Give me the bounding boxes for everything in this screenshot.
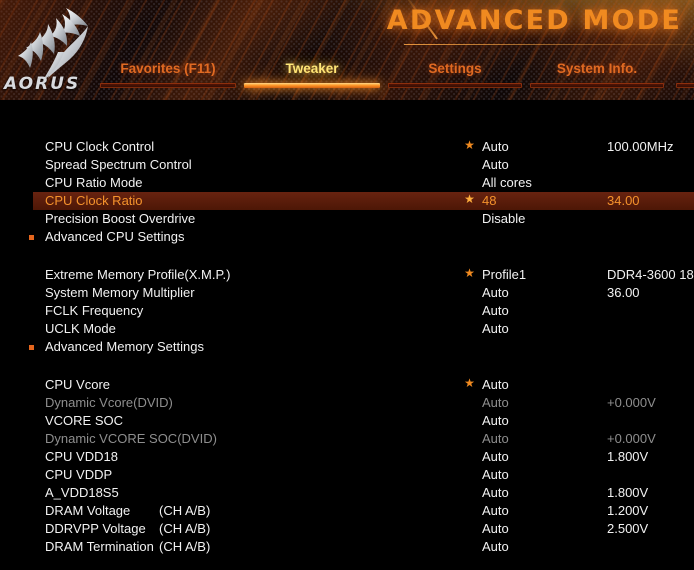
settings-row[interactable]: VCORE SOC Auto	[0, 412, 694, 430]
row-value[interactable]: 48	[482, 192, 496, 210]
favorite-star-icon[interactable]: ★	[464, 377, 475, 389]
row-detail-value: +0.000V	[607, 431, 656, 446]
row-value[interactable]: Auto	[482, 484, 509, 502]
settings-row[interactable]: CPU VDD18 Auto 1.800V	[0, 448, 694, 466]
row-value[interactable]: Auto	[482, 520, 509, 538]
row-detail-value: DDR4-3600 18	[607, 267, 694, 282]
row-detail-value: 1.200V	[607, 503, 649, 518]
tab-system-info-underline	[530, 83, 664, 88]
settings-row[interactable]: Spread Spectrum Control Auto	[0, 156, 694, 174]
row-detail-value: 34.00	[607, 193, 640, 208]
favorite-star-icon[interactable]: ★	[464, 193, 475, 205]
settings-row[interactable]: CPU Ratio Mode All cores	[0, 174, 694, 192]
row-label: CPU Clock Ratio	[45, 193, 143, 208]
row-detail-value: +0.000V	[607, 395, 656, 410]
row-value[interactable]: Auto	[482, 466, 509, 484]
row-detail-value: 36.00	[607, 285, 640, 300]
row-value[interactable]: Disable	[482, 210, 525, 228]
favorite-star-icon[interactable]: ★	[464, 267, 475, 279]
settings-row[interactable]: ★ CPU Vcore Auto	[0, 376, 694, 394]
settings-row[interactable]: Precision Boost Overdrive Disable	[0, 210, 694, 228]
row-label: Dynamic Vcore(DVID)	[45, 395, 173, 410]
row-channel: (CH A/B)	[159, 521, 211, 536]
row-label: Advanced CPU Settings	[45, 229, 185, 244]
row-detail-value: 1.800V	[607, 485, 649, 500]
settings-row[interactable]: Advanced CPU Settings	[0, 228, 694, 246]
row-label: CPU VDD18	[45, 449, 118, 464]
settings-row[interactable]: A_VDD18S5 Auto 1.800V	[0, 484, 694, 502]
settings-row[interactable]: ★ Extreme Memory Profile(X.M.P.) Profile1 D…	[0, 266, 694, 284]
tab-settings[interactable]: Settings	[388, 60, 522, 88]
header-horizontal-line	[404, 44, 694, 45]
row-detail-value: 100.00MHz	[607, 139, 674, 154]
submenu-bullet-icon	[29, 345, 34, 350]
row-channel: (CH A/B)	[159, 503, 211, 518]
settings-list: ★ CPU Clock Control Auto 100.00MHz Spread Sp…	[0, 100, 694, 570]
row-label: CPU Vcore	[45, 377, 111, 392]
tab-tweaker[interactable]: Tweaker	[244, 60, 380, 88]
tab-tweaker-underline	[244, 83, 380, 88]
tab-system-info-label: System Info.	[556, 61, 638, 76]
row-label: FCLK Frequency	[45, 303, 144, 318]
row-label: A_VDD18S5	[45, 485, 119, 500]
row-value[interactable]: Auto	[482, 394, 509, 412]
row-label: Dynamic VCORE SOC(DVID)	[45, 431, 217, 446]
tab-system-info[interactable]: System Info.	[530, 60, 664, 88]
row-detail-value: 2.500V	[607, 521, 649, 536]
row-value[interactable]: Auto	[482, 320, 509, 338]
settings-row[interactable]: Dynamic Vcore(DVID) Auto +0.000V	[0, 394, 694, 412]
tab-settings-label: Settings	[428, 61, 482, 76]
row-value[interactable]: Auto	[482, 448, 509, 466]
settings-row[interactable]: System Memory Multiplier Auto 36.00	[0, 284, 694, 302]
row-label: CPU Ratio Mode	[45, 175, 143, 190]
row-label: Advanced Memory Settings	[45, 339, 204, 354]
row-value[interactable]: Auto	[482, 538, 509, 556]
tab-favorites-underline	[100, 83, 236, 88]
row-value[interactable]: Auto	[482, 138, 509, 156]
row-label: DRAM Termination	[45, 539, 154, 554]
row-value[interactable]: Auto	[482, 430, 509, 448]
row-value[interactable]: Profile1	[482, 266, 526, 284]
settings-row[interactable]: UCLK Mode Auto	[0, 320, 694, 338]
settings-row[interactable]: DDRVPP Voltage (CH A/B) Auto 2.500V	[0, 520, 694, 538]
settings-row[interactable]: FCLK Frequency Auto	[0, 302, 694, 320]
row-label: DRAM Voltage	[45, 503, 131, 518]
settings-row[interactable]: Dynamic VCORE SOC(DVID) Auto +0.000V	[0, 430, 694, 448]
row-value[interactable]: Auto	[482, 412, 509, 430]
row-value[interactable]: Auto	[482, 302, 509, 320]
settings-row[interactable]: ★ CPU Clock Ratio 48 34.00	[0, 192, 694, 210]
settings-row[interactable]: DRAM Termination (CH A/B) Auto	[0, 538, 694, 556]
settings-row[interactable]: ★ CPU Clock Control Auto 100.00MHz	[0, 138, 694, 156]
row-label: Extreme Memory Profile(X.M.P.)	[45, 267, 231, 282]
row-value[interactable]: Auto	[482, 376, 509, 394]
tab-favorites[interactable]: Favorites (F11)	[100, 60, 236, 88]
settings-row[interactable]: Advanced Memory Settings	[0, 338, 694, 356]
row-label: CPU Clock Control	[45, 139, 155, 154]
row-channel: (CH A/B)	[159, 539, 211, 554]
settings-row[interactable]: DRAM Voltage (CH A/B) Auto 1.200V	[0, 502, 694, 520]
row-label: Precision Boost Overdrive	[45, 211, 196, 226]
row-label: VCORE SOC	[45, 413, 124, 428]
row-value[interactable]: Auto	[482, 502, 509, 520]
tab-tweaker-label: Tweaker	[285, 61, 339, 76]
tab-next-partial-underline	[676, 83, 694, 88]
row-label: Spread Spectrum Control	[45, 157, 192, 172]
tab-settings-underline	[388, 83, 522, 88]
nav-tabs: Favorites (F11) Tweaker Settings System …	[0, 60, 694, 100]
row-value[interactable]: Auto	[482, 284, 509, 302]
advanced-mode-title: ADVANCED MODE	[386, 5, 682, 36]
row-label: UCLK Mode	[45, 321, 116, 336]
favorite-star-icon[interactable]: ★	[464, 139, 475, 151]
bios-screen: AORUS ADVANCED MODE Favorites (F11) Twea…	[0, 0, 694, 570]
tab-favorites-label: Favorites (F11)	[120, 61, 216, 76]
row-value[interactable]: Auto	[482, 156, 509, 174]
row-value[interactable]: All cores	[482, 174, 532, 192]
row-label: CPU VDDP	[45, 467, 113, 482]
settings-row[interactable]: CPU VDDP Auto	[0, 466, 694, 484]
row-label: System Memory Multiplier	[45, 285, 195, 300]
row-label: DDRVPP Voltage	[45, 521, 146, 536]
row-detail-value: 1.800V	[607, 449, 649, 464]
submenu-bullet-icon	[29, 235, 34, 240]
